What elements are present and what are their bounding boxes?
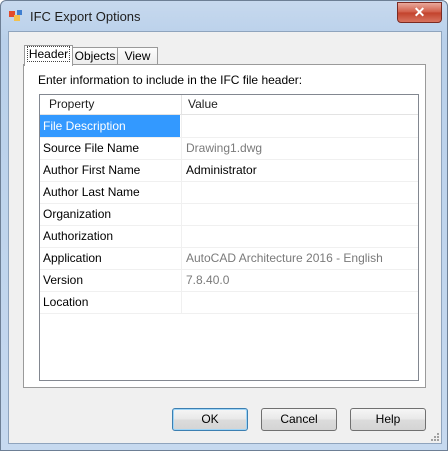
ok-button[interactable]: OK	[172, 408, 248, 431]
window-title: IFC Export Options	[30, 9, 141, 24]
table-row[interactable]: File Description	[40, 115, 418, 138]
app-icon	[9, 10, 22, 21]
tab-header-label: Header	[26, 46, 71, 62]
property-value[interactable]: Administrator	[181, 159, 419, 181]
grid-header: Property Value	[40, 95, 418, 115]
property-value[interactable]: 7.8.40.0	[181, 269, 419, 291]
table-row[interactable]: Source File Name Drawing1.dwg	[40, 137, 418, 160]
property-name[interactable]: Author Last Name	[40, 181, 180, 203]
close-button[interactable]: ✕	[397, 2, 442, 23]
table-row[interactable]: Authorization	[40, 225, 418, 248]
column-divider[interactable]	[181, 95, 182, 114]
ifc-export-options-dialog: IFC Export Options ✕ Header Objects View…	[0, 0, 448, 451]
property-value[interactable]	[181, 225, 419, 247]
cancel-button[interactable]: Cancel	[261, 408, 337, 431]
tab-objects[interactable]: Objects	[71, 47, 119, 65]
property-name[interactable]: Application	[40, 247, 180, 269]
tab-view-label: View	[124, 49, 151, 63]
table-row[interactable]: Organization	[40, 203, 418, 226]
table-row[interactable]: Location	[40, 291, 418, 314]
dialog-client-area: Header Objects View Enter information to…	[8, 31, 442, 444]
column-header-value[interactable]: Value	[188, 95, 218, 114]
help-button[interactable]: Help	[350, 408, 426, 431]
instruction-text: Enter information to include in the IFC …	[38, 73, 303, 87]
property-value[interactable]	[181, 291, 419, 313]
property-name[interactable]: File Description	[40, 115, 180, 137]
tab-header[interactable]: Header	[24, 45, 73, 66]
property-name[interactable]: Organization	[40, 203, 180, 225]
title-bar[interactable]: IFC Export Options ✕	[1, 1, 447, 31]
tab-view[interactable]: View	[117, 47, 158, 65]
property-value[interactable]	[181, 203, 419, 225]
header-tab-panel: Enter information to include in the IFC …	[23, 64, 426, 388]
property-name[interactable]: Location	[40, 291, 180, 313]
property-name[interactable]: Source File Name	[40, 137, 180, 159]
property-value[interactable]	[181, 181, 419, 203]
property-value[interactable]	[181, 115, 419, 137]
property-name[interactable]: Version	[40, 269, 180, 291]
property-value[interactable]: Drawing1.dwg	[181, 137, 419, 159]
table-row[interactable]: Version 7.8.40.0	[40, 269, 418, 292]
tab-objects-label: Objects	[74, 49, 116, 63]
resize-grip-icon[interactable]	[429, 431, 439, 441]
property-value[interactable]: AutoCAD Architecture 2016 - English	[181, 247, 419, 269]
table-row[interactable]: Application AutoCAD Architecture 2016 - …	[40, 247, 418, 270]
table-row[interactable]: Author First Name Administrator	[40, 159, 418, 182]
property-name[interactable]: Authorization	[40, 225, 180, 247]
property-name[interactable]: Author First Name	[40, 159, 180, 181]
property-grid[interactable]: Property Value File Description Source F…	[39, 94, 419, 381]
column-header-property[interactable]: Property	[49, 95, 94, 114]
close-icon: ✕	[413, 4, 426, 20]
table-row[interactable]: Author Last Name	[40, 181, 418, 204]
